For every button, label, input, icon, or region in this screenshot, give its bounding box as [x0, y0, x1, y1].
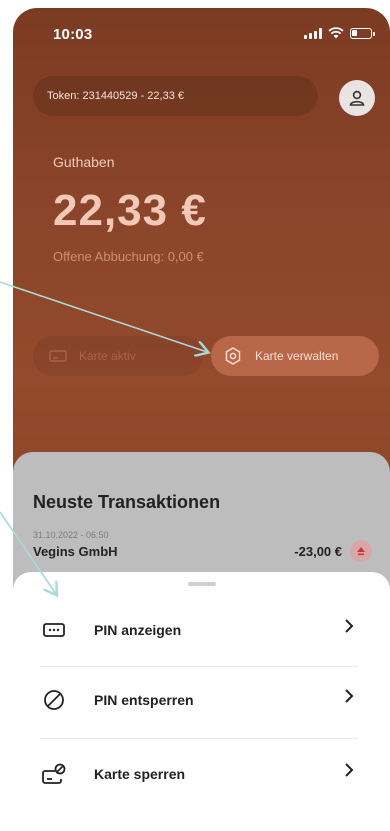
balance-label: Guthaben — [53, 154, 115, 170]
menu-item-block-card[interactable]: Karte sperren — [40, 740, 360, 808]
profile-button[interactable] — [339, 80, 375, 116]
status-time: 10:03 — [53, 26, 93, 43]
pin-card-icon — [40, 616, 68, 644]
manage-card-button[interactable]: Karte verwalten — [211, 336, 379, 376]
card-active-label: Karte aktiv — [79, 349, 136, 363]
menu-label-show-pin: PIN anzeigen — [94, 622, 182, 638]
card-active-button[interactable]: Karte aktiv — [33, 336, 203, 376]
chevron-right-icon — [345, 763, 354, 777]
transactions-title: Neuste Transaktionen — [33, 492, 221, 512]
wifi-icon — [328, 27, 344, 39]
balance-amount: 22,33 € — [53, 186, 207, 235]
transaction-amount: -23,00 € — [294, 544, 342, 559]
transaction-merchant[interactable]: Vegins GmbH — [33, 544, 118, 559]
card-icon — [49, 350, 67, 362]
token-pill[interactable]: Token: 231440529 - 22,33 € — [33, 76, 318, 116]
blocked-circle-icon — [40, 686, 68, 714]
transaction-date: 31.10.2022 - 06:50 — [33, 530, 109, 540]
manage-card-label: Karte verwalten — [255, 349, 339, 363]
menu-label-block-card: Karte sperren — [94, 766, 186, 782]
card-lock-icon — [40, 760, 68, 788]
menu-item-show-pin[interactable]: PIN anzeigen — [40, 596, 360, 664]
pending-debit: Offene Abbuchung: 0,00 € — [53, 249, 204, 264]
app-screen: 10:03 Token: 231440529 - 22,33 € Guthabe… — [13, 8, 390, 831]
menu-item-unlock-pin[interactable]: PIN entsperren — [40, 666, 360, 734]
user-icon — [349, 90, 365, 106]
chevron-right-icon — [345, 619, 354, 633]
outgoing-icon — [350, 540, 372, 562]
sheet-handle[interactable] — [188, 582, 216, 586]
chevron-right-icon — [345, 689, 354, 703]
menu-label-unlock-pin: PIN entsperren — [94, 692, 194, 708]
signal-icon — [304, 27, 322, 39]
status-icons — [304, 27, 375, 39]
settings-icon — [225, 347, 241, 365]
battery-icon — [350, 27, 375, 39]
card-options-sheet: PIN anzeigen PIN entsperren Karte sperre… — [13, 572, 390, 831]
status-bar: 10:03 — [53, 26, 375, 46]
divider — [40, 738, 358, 739]
